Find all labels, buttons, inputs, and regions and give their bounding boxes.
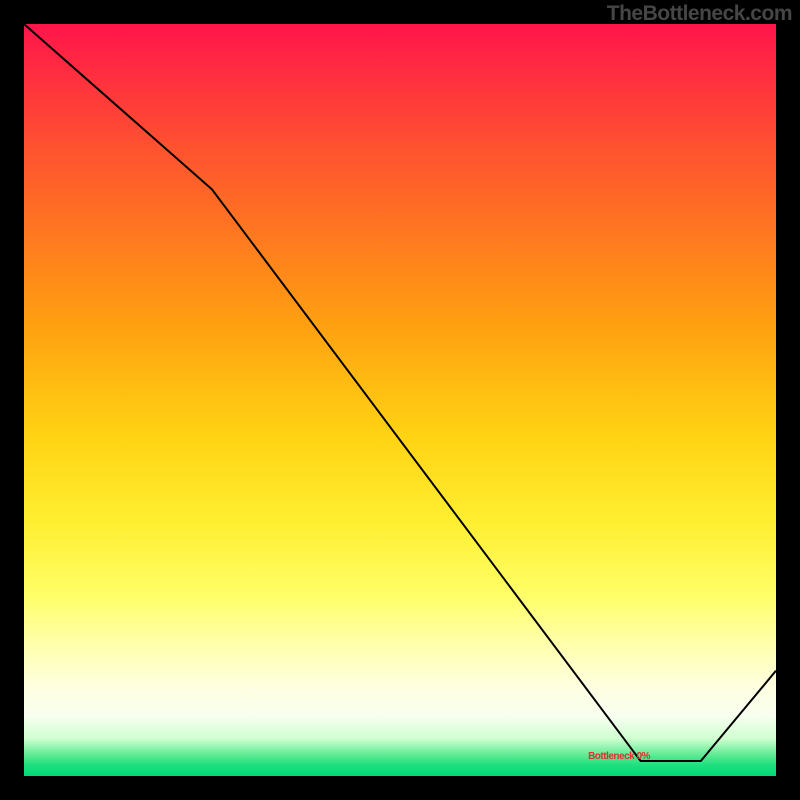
plot-area: Bottleneck 0% [24, 24, 776, 776]
bottleneck-curve-line [24, 24, 776, 761]
annotation-bottleneck-0: Bottleneck 0% [588, 751, 650, 762]
line-overlay [24, 24, 776, 776]
attribution-text: TheBottleneck.com [607, 2, 792, 26]
chart-container: TheBottleneck.com Bottleneck 0% [0, 0, 800, 800]
